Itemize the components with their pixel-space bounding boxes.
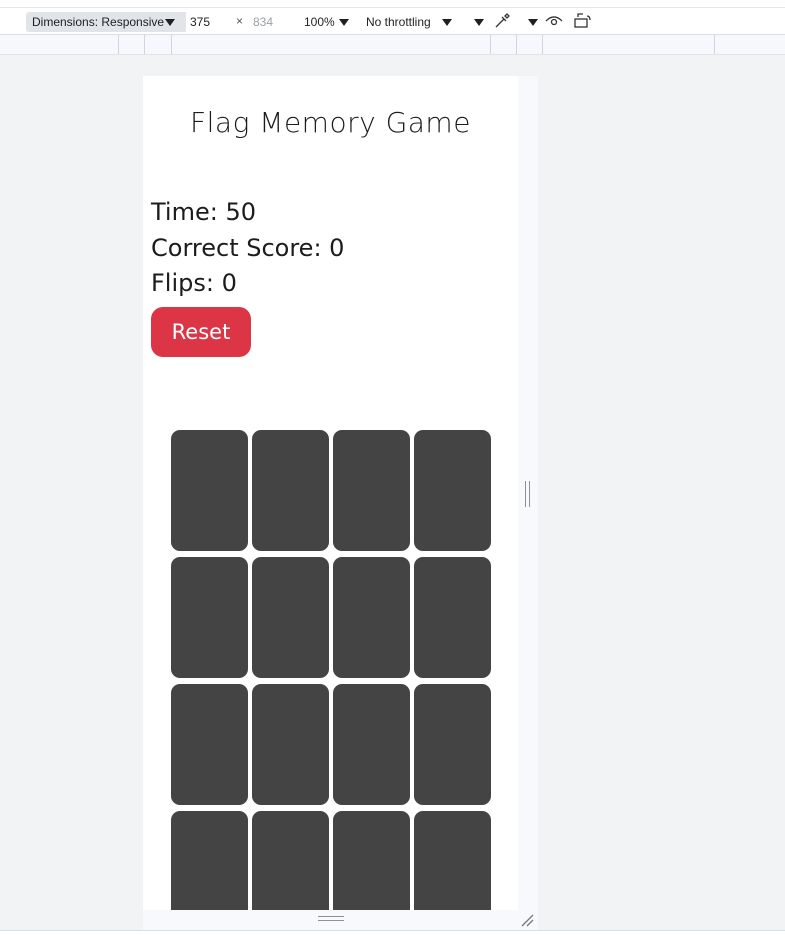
dimensions-label: Dimensions: Responsive (32, 15, 165, 29)
dimensions-select[interactable]: Dimensions: Responsive (26, 12, 189, 32)
resize-corner-icon[interactable] (520, 912, 534, 927)
zoom-select[interactable]: 100% (304, 15, 349, 29)
reset-button[interactable]: Reset (151, 307, 251, 357)
eyedropper-icon[interactable] (493, 12, 511, 33)
flag-card[interactable] (414, 430, 491, 551)
width-value: 375 (190, 15, 211, 29)
flag-card[interactable] (171, 557, 248, 678)
throttling-select[interactable]: No throttling (366, 15, 452, 29)
flag-card[interactable] (171, 811, 248, 910)
zoom-label: 100% (304, 15, 335, 29)
flag-card[interactable] (333, 684, 410, 805)
chevron-down-icon (442, 19, 452, 26)
time-display: Time: 50 (151, 198, 256, 226)
ruler-tick (714, 35, 715, 54)
ruler-tick (171, 35, 172, 54)
height-placeholder: 834 (253, 15, 274, 29)
ruler-tick (118, 35, 119, 54)
rotate-device-icon[interactable] (574, 13, 592, 32)
dimension-separator: × (236, 14, 244, 28)
score-display: Correct Score: 0 (151, 234, 345, 262)
resize-handle-bottom[interactable] (318, 916, 344, 921)
flag-card[interactable] (252, 557, 329, 678)
flag-card[interactable] (333, 430, 410, 551)
page-title: Flag Memory Game (190, 106, 471, 139)
ruler-tick (490, 35, 491, 54)
height-input[interactable]: 834 (249, 12, 293, 32)
width-input[interactable]: 375 (186, 12, 230, 32)
ruler-tick (516, 35, 517, 54)
flag-card[interactable] (414, 811, 491, 910)
ruler-tick (144, 35, 145, 54)
chevron-down-icon[interactable] (528, 19, 538, 26)
flips-display: Flips: 0 (151, 269, 237, 297)
ruler-tick (542, 35, 543, 54)
flag-card[interactable] (252, 430, 329, 551)
chevron-down-icon (339, 19, 349, 26)
emulated-page: Flag Memory Game Time: 50 Correct Score:… (143, 76, 518, 910)
flag-card[interactable] (333, 557, 410, 678)
toolbar-top-line (0, 0, 785, 8)
flag-card[interactable] (171, 430, 248, 551)
resize-handle-right[interactable] (525, 481, 530, 507)
media-query-ruler (0, 35, 785, 55)
card-grid (171, 430, 491, 910)
more-options-chevron-icon[interactable] (474, 19, 484, 26)
flag-card[interactable] (414, 684, 491, 805)
devtools-toolbar: Dimensions: Responsive 375 × 834 100% No… (0, 0, 785, 35)
eye-icon[interactable] (545, 14, 563, 31)
flag-card[interactable] (333, 811, 410, 910)
flag-card[interactable] (252, 811, 329, 910)
flag-card[interactable] (414, 557, 491, 678)
flag-card[interactable] (171, 684, 248, 805)
flag-card[interactable] (252, 684, 329, 805)
devtools-bottom-bar (0, 930, 785, 935)
chevron-down-icon (165, 19, 175, 26)
throttling-label: No throttling (366, 15, 431, 29)
